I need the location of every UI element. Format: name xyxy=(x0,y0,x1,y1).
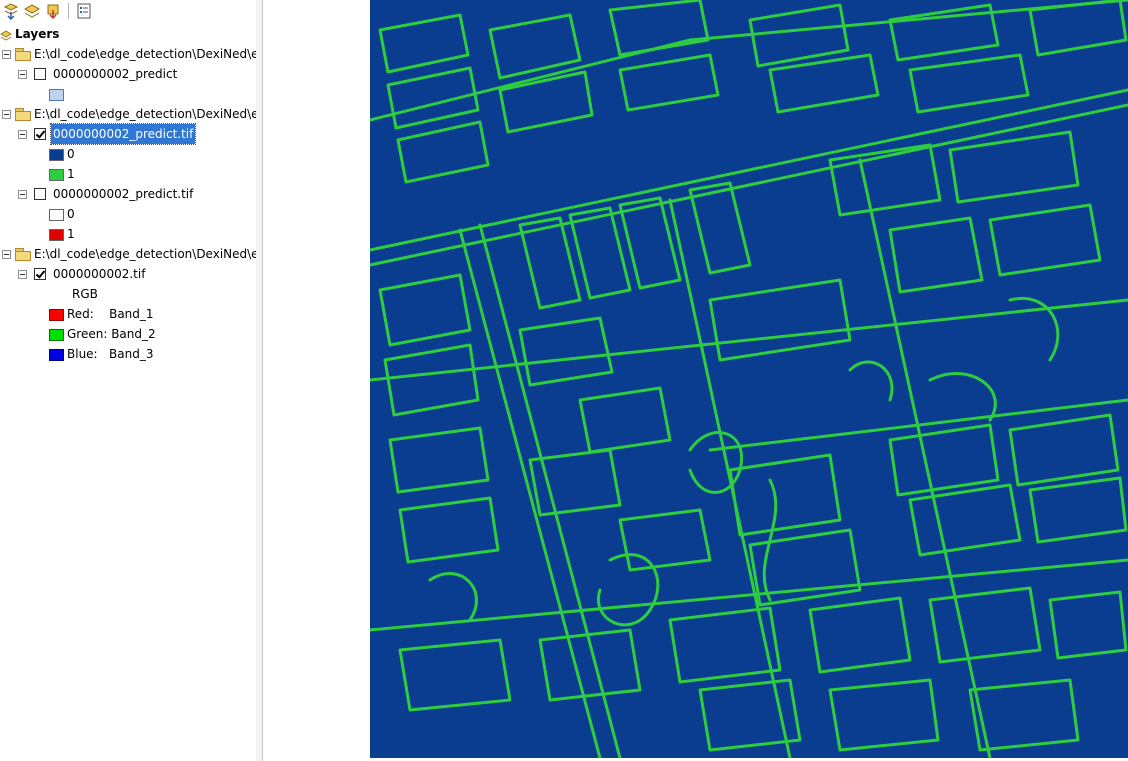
folder-icon xyxy=(15,108,31,121)
legend-swatch xyxy=(49,229,64,241)
collapse-expander[interactable] xyxy=(2,50,11,59)
toolbar-separator xyxy=(68,3,69,19)
collapse-expander[interactable] xyxy=(18,270,27,279)
collapse-expander[interactable] xyxy=(18,130,27,139)
legend-swatch xyxy=(49,329,64,341)
options-icon[interactable] xyxy=(75,2,93,20)
legend-swatch xyxy=(49,89,64,101)
legend-label: 1 xyxy=(67,227,75,241)
legend-label: 1 xyxy=(67,167,75,181)
collapse-expander[interactable] xyxy=(2,250,11,259)
legend-label: 0 xyxy=(67,147,75,161)
table-of-contents-panel: Layers E:\dl_code\edge_detection\DexiNed… xyxy=(0,0,257,761)
layer-name: 0000000002_predict xyxy=(53,67,178,81)
toc-toolbar xyxy=(0,0,256,22)
group-path: E:\dl_code\edge_detection\DexiNed\e xyxy=(34,107,257,121)
legend-swatch xyxy=(49,349,64,361)
collapse-expander[interactable] xyxy=(2,110,11,119)
map-canvas[interactable] xyxy=(263,0,1128,761)
legend-header-label: RGB xyxy=(72,287,98,301)
layer-name: 0000000002.tif xyxy=(53,267,146,281)
layer-name-selected[interactable]: 0000000002_predict.tif xyxy=(49,123,197,145)
folder-icon xyxy=(15,48,31,61)
layer-visibility-checkbox[interactable] xyxy=(34,128,46,140)
edge-detection-raster xyxy=(368,0,1128,760)
layer-visibility-checkbox[interactable] xyxy=(34,188,46,200)
legend-swatch xyxy=(49,169,64,181)
layer-visibility-checkbox[interactable] xyxy=(34,68,46,80)
legend-label: Red: Band_1 xyxy=(67,307,154,321)
legend-swatch xyxy=(49,149,64,161)
layers-root-label: Layers xyxy=(15,27,60,41)
legend-label: Blue: Band_3 xyxy=(67,347,154,361)
collapse-expander[interactable] xyxy=(18,190,27,199)
group-path: E:\dl_code\edge_detection\DexiNed\e xyxy=(34,247,257,261)
collapse-expander[interactable] xyxy=(18,70,27,79)
layer-name: 0000000002_predict.tif xyxy=(53,187,194,201)
legend-swatch xyxy=(49,309,64,321)
list-by-visibility-icon[interactable] xyxy=(44,2,62,20)
legend-swatch xyxy=(49,209,64,221)
layers-stack-icon xyxy=(0,28,12,41)
folder-icon xyxy=(15,248,31,261)
panel-splitter[interactable] xyxy=(256,0,263,761)
list-by-drawing-order-icon[interactable] xyxy=(2,2,20,21)
layer-visibility-checkbox[interactable] xyxy=(34,268,46,280)
group-path: E:\dl_code\edge_detection\DexiNed\e xyxy=(34,47,257,61)
list-by-source-icon[interactable] xyxy=(23,2,41,20)
edge-network-svg xyxy=(368,0,1128,760)
legend-label: 0 xyxy=(67,207,75,221)
legend-label: Green: Band_2 xyxy=(67,327,156,341)
